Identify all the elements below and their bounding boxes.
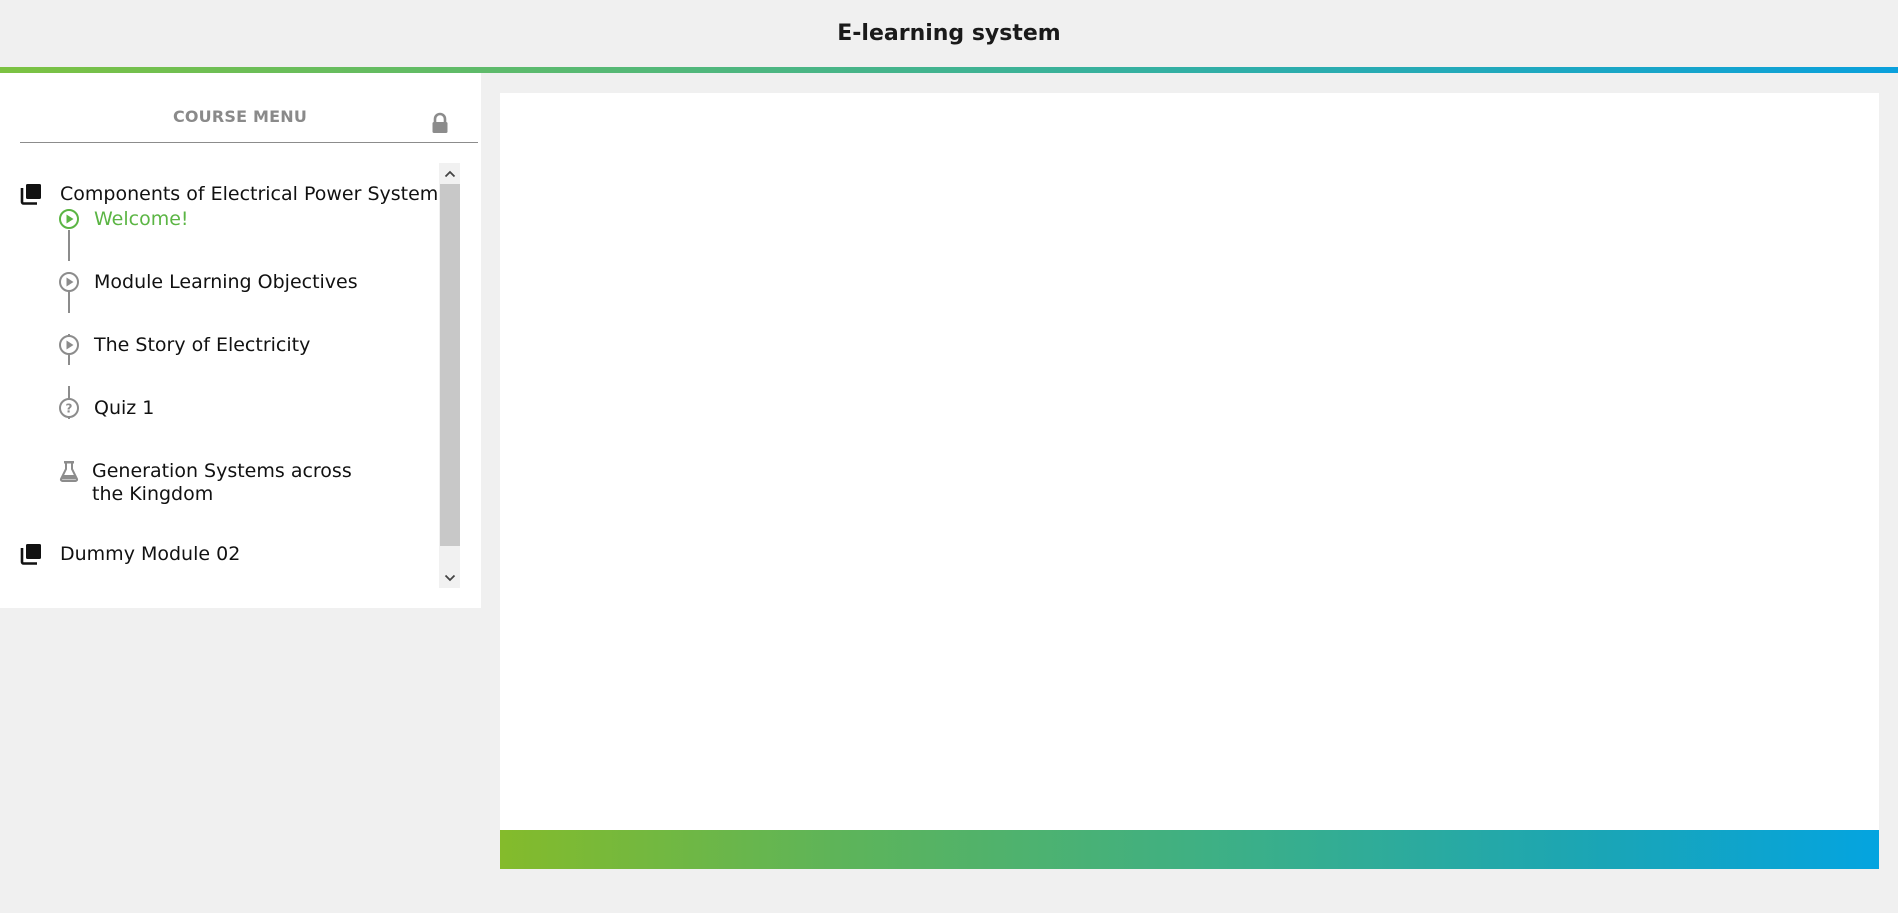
module-item[interactable]: Dummy Module 02 <box>20 543 240 565</box>
lock-icon[interactable] <box>428 112 452 136</box>
question-circle-icon: ? <box>58 397 80 419</box>
lesson-label: The Story of Electricity <box>94 334 311 356</box>
app-header: E-learning system <box>0 0 1898 67</box>
lesson-item-quiz-1[interactable]: ? Quiz 1 <box>58 397 394 420</box>
course-menu-header: COURSE MENU <box>20 73 478 143</box>
lesson-item-welcome[interactable]: Welcome! <box>58 208 394 231</box>
lesson-label: Module Learning Objectives <box>94 271 358 293</box>
lesson-label: Welcome! <box>94 208 189 230</box>
stacked-squares-icon <box>20 183 42 205</box>
play-circle-icon <box>58 334 80 356</box>
svg-text:?: ? <box>66 402 73 416</box>
play-circle-icon <box>58 208 80 230</box>
lesson-item-story-of-electricity[interactable]: The Story of Electricity <box>58 334 394 357</box>
content-viewer <box>500 93 1879 830</box>
module-label: Components of Electrical Power System <box>60 183 439 205</box>
course-tree: Components of Electrical Power System We… <box>0 163 440 588</box>
course-menu-panel: COURSE MENU Components of Electrical Pow… <box>0 73 481 608</box>
module-label: Dummy Module 02 <box>60 543 241 565</box>
course-menu-scrollbar[interactable] <box>439 163 460 588</box>
app-title: E-learning system <box>837 21 1061 46</box>
lesson-label: Generation Systems across the Kingdom <box>92 460 352 505</box>
lesson-item-learning-objectives[interactable]: Module Learning Objectives <box>58 271 394 294</box>
chevron-down-icon[interactable] <box>439 567 460 588</box>
lesson-item-generation-systems[interactable]: Generation Systems across the Kingdom <box>58 460 382 506</box>
lesson-label: Quiz 1 <box>94 397 155 419</box>
play-circle-icon <box>58 271 80 293</box>
content-footer-bar <box>500 830 1879 869</box>
module-item[interactable]: Components of Electrical Power System <box>20 183 438 205</box>
course-menu-title: COURSE MENU <box>172 107 308 126</box>
scrollbar-thumb[interactable] <box>440 184 460 546</box>
stacked-squares-icon <box>20 543 42 565</box>
flask-icon <box>58 460 80 482</box>
tree-connector <box>68 230 70 261</box>
chevron-up-icon[interactable] <box>439 163 460 184</box>
